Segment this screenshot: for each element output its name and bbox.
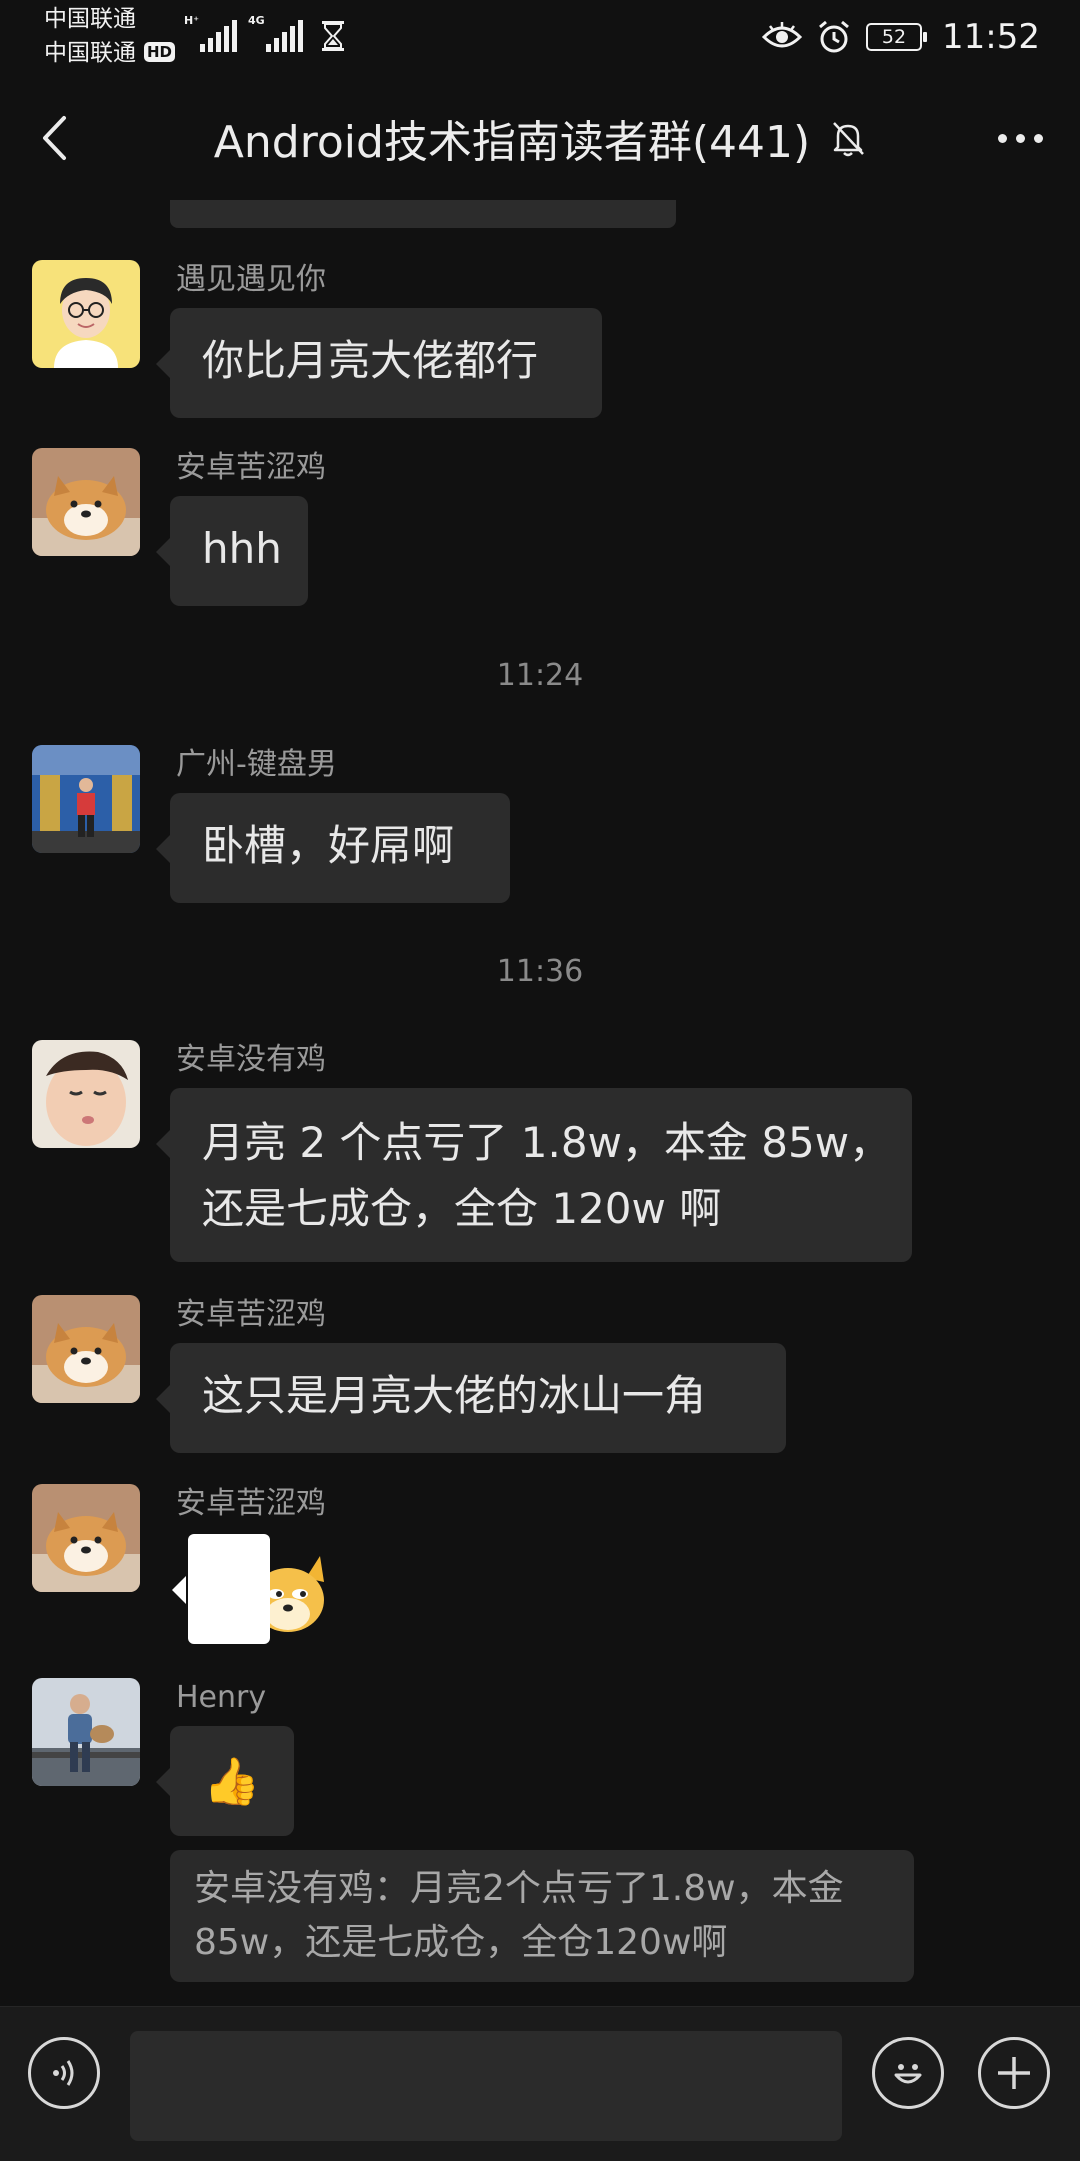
avatar[interactable] <box>32 1295 140 1403</box>
previous-message-bubble[interactable] <box>170 200 676 228</box>
avatar[interactable] <box>32 1040 140 1148</box>
avatar[interactable] <box>32 1678 140 1786</box>
carrier-1-label: 中国联通 <box>44 6 136 32</box>
avatar[interactable] <box>32 260 140 368</box>
message-text: 这只是月亮大佬的冰山一角 <box>202 1371 707 1420</box>
avatar[interactable] <box>32 745 140 853</box>
battery-level: 52 <box>881 26 907 48</box>
sender-name: 安卓苦涩鸡 <box>176 1297 326 1332</box>
more-dots-icon <box>997 133 1007 143</box>
emoji-icon <box>894 2064 922 2084</box>
status-time: 11:52 <box>942 17 1040 57</box>
quote-text-line: 安卓没有鸡：月亮2个点亏了1.8w，本金 <box>194 1868 844 1909</box>
message-bubble[interactable]: 卧槽，好屌啊 <box>156 793 510 903</box>
alarm-icon <box>819 20 849 53</box>
input-bar <box>0 2006 1080 2161</box>
signal-2-tag: 4G <box>248 14 265 27</box>
status-right-group: 52 11:52 <box>762 12 1040 62</box>
page-title: Android技术指南读者群(441) <box>213 117 811 168</box>
emoji-button[interactable] <box>872 2037 944 2109</box>
hourglass-icon <box>322 21 344 51</box>
message-text: hhh <box>202 524 282 573</box>
avatar[interactable] <box>32 448 140 556</box>
message-input[interactable] <box>130 2031 842 2141</box>
quoted-message[interactable]: 安卓没有鸡：月亮2个点亏了1.8w，本金 85w，还是七成仓，全仓120w啊 <box>170 1850 914 1982</box>
plus-button[interactable] <box>978 2037 1050 2109</box>
sender-name: 遇见遇见你 <box>176 262 326 297</box>
sender-name: Henry <box>176 1680 267 1715</box>
more-button[interactable] <box>984 106 1056 170</box>
eye-icon <box>762 22 803 48</box>
plus-icon <box>998 2057 1030 2089</box>
chat-header: Android技术指南读者群(441) <box>0 76 1080 200</box>
message-text-line: 月亮 2 个点亏了 1.8w，本金 85w， <box>202 1118 892 1167</box>
quote-text-line: 85w，还是七成仓，全仓120w啊 <box>194 1922 728 1963</box>
message-text-line: 还是七成仓，全仓 120w 啊 <box>202 1184 722 1233</box>
hd-badge: HD <box>144 42 176 62</box>
message-bubble[interactable]: 你比月亮大佬都行 <box>156 308 602 418</box>
title-group: Android技术指南读者群(441) <box>0 106 1080 170</box>
signal-1-tag: H⁺ <box>184 14 200 27</box>
thumbs-up-icon: 👍 <box>203 1754 261 1808</box>
sender-name: 安卓苦涩鸡 <box>176 450 326 485</box>
status-bar: 中国联通 中国联通 HD H⁺ 4G 52 11:52 <box>0 0 1080 76</box>
battery-icon: 52 <box>866 23 928 51</box>
signal-1-icon: H⁺ <box>184 14 237 52</box>
timestamp: 11:24 <box>496 658 584 693</box>
message-bubble[interactable]: 👍 <box>156 1726 294 1836</box>
sender-name: 广州-键盘男 <box>176 747 337 782</box>
voice-button[interactable] <box>28 2037 100 2109</box>
sender-name: 安卓苦涩鸡 <box>176 1486 326 1521</box>
message-text: 你比月亮大佬都行 <box>202 336 539 385</box>
message-bubble[interactable]: hhh <box>156 496 308 606</box>
avatar[interactable] <box>32 1484 140 1592</box>
sticker-message[interactable] <box>170 1532 340 1652</box>
carrier-2-label: 中国联通 <box>44 40 136 66</box>
timestamp: 11:36 <box>496 954 584 989</box>
sender-name: 安卓没有鸡 <box>176 1042 326 1077</box>
voice-icon <box>53 2060 74 2086</box>
message-text: 卧槽，好屌啊 <box>202 821 455 870</box>
signal-2-icon: 4G <box>248 14 303 52</box>
bell-off-icon <box>833 122 865 157</box>
chat-message-list[interactable]: 遇见遇见你 你比月亮大佬都行 安卓苦涩鸡 hhh 11:24 广州-键盘男 卧槽… <box>0 200 1080 2006</box>
message-bubble[interactable]: 这只是月亮大佬的冰山一角 <box>156 1343 786 1453</box>
message-bubble[interactable]: 月亮 2 个点亏了 1.8w，本金 85w， 还是七成仓，全仓 120w 啊 <box>156 1088 912 1262</box>
